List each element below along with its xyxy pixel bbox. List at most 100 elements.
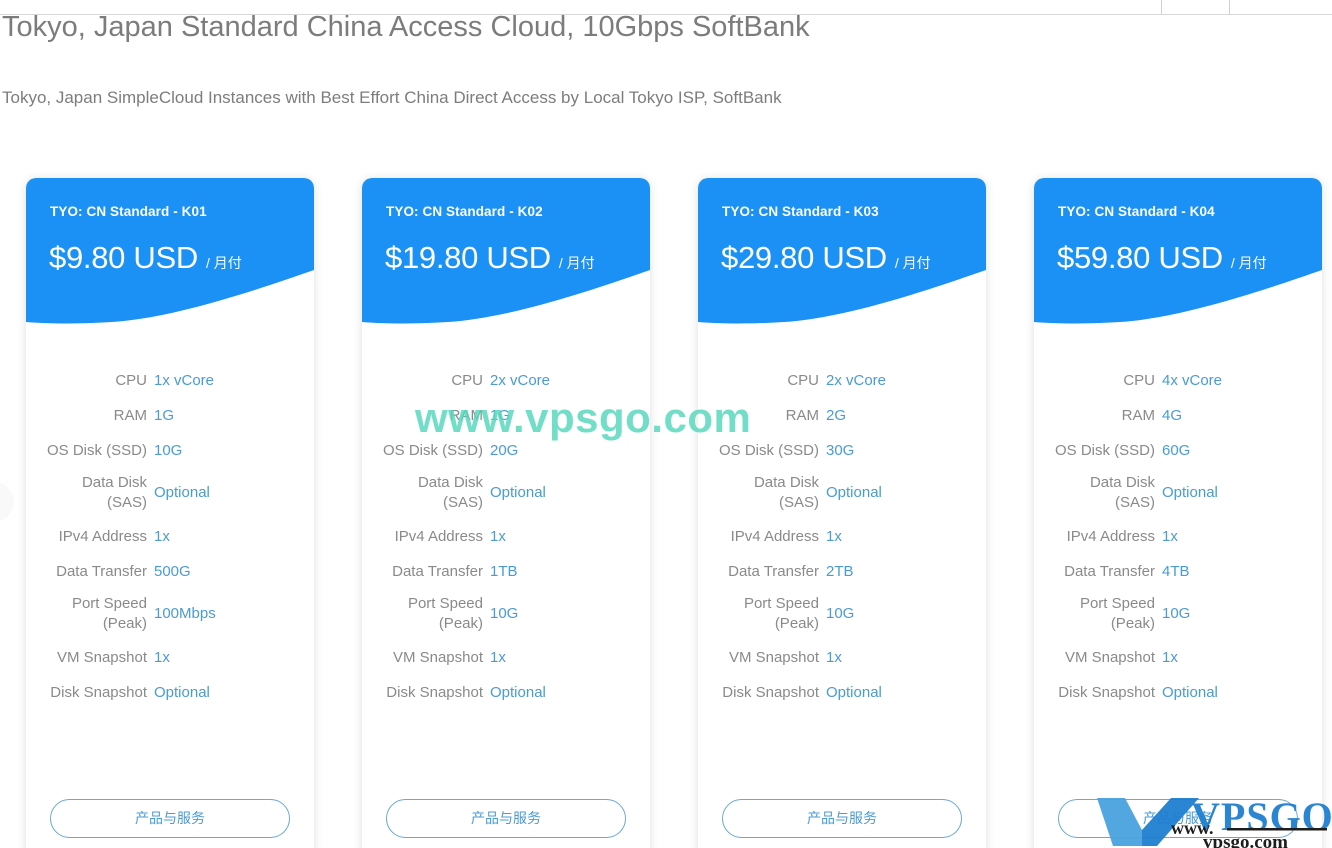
pricing-card-header: TYO: CN Standard - K01 $9.80 USD / 月付 [26, 178, 314, 324]
top-separator-1 [1161, 0, 1162, 14]
spec-row: Data Disk (SAS) Optional [1034, 473, 1322, 513]
pricing-card-header: TYO: CN Standard - K03 $29.80 USD / 月付 [698, 178, 986, 324]
spec-value: 1x [490, 649, 506, 666]
billing-period: / 月付 [205, 255, 242, 271]
spec-label: OS Disk (SSD) [382, 442, 483, 459]
plan-name: TYO: CN Standard - K01 [50, 204, 207, 219]
page-subtitle: Tokyo, Japan SimpleCloud Instances with … [2, 88, 782, 107]
spec-value: 100Mbps [154, 605, 216, 622]
spec-row: OS Disk (SSD) 30G [698, 438, 986, 464]
price-row: $9.80 USD / 月付 [49, 240, 242, 276]
spec-row: Data Transfer 1TB [362, 559, 650, 585]
spec-row: Data Disk (SAS) Optional [26, 473, 314, 513]
spec-value: 1x [826, 649, 842, 666]
spec-label: OS Disk (SSD) [46, 442, 147, 459]
products-and-services-button[interactable]: 产品与服务 [722, 799, 962, 838]
top-separator-2 [1229, 0, 1230, 14]
spec-value: 1x [154, 649, 170, 666]
spec-row: Data Transfer 4TB [1034, 559, 1322, 585]
spec-row: Disk Snapshot Optional [1034, 680, 1322, 706]
pricing-card: TYO: CN Standard - K01 $9.80 USD / 月付 CPU 1x… [26, 178, 314, 848]
spec-label: Port Speed (Peak) [362, 594, 490, 634]
spec-row: IPv4 Address 1x [1034, 524, 1322, 550]
spec-row: IPv4 Address 1x [362, 524, 650, 550]
spec-value: 1TB [490, 563, 518, 580]
spec-label: Data Transfer [56, 563, 147, 580]
page-title: Tokyo, Japan Standard China Access Cloud… [2, 11, 810, 43]
pricing-card: TYO: CN Standard - K03 $29.80 USD / 月付 CPU 2… [698, 178, 986, 848]
spec-row: CPU 2x vCore [698, 368, 986, 394]
spec-label: Data Transfer [728, 563, 819, 580]
plan-name: TYO: CN Standard - K02 [386, 204, 543, 219]
spec-label: Data Disk (SAS) [362, 473, 490, 513]
spec-label: RAM [449, 407, 483, 424]
spec-row: Data Transfer 500G [26, 559, 314, 585]
spec-label-line: Data Disk [1089, 474, 1155, 491]
spec-label-line: (Peak) [102, 615, 147, 632]
spec-label: Data Disk (SAS) [26, 473, 154, 513]
spec-value: Optional [490, 484, 546, 501]
spec-label: Port Speed (Peak) [1034, 594, 1162, 634]
spec-label: IPv4 Address [58, 528, 147, 545]
spec-row: RAM 4G [1034, 403, 1322, 429]
spec-value: 1G [490, 407, 511, 424]
spec-row: CPU 4x vCore [1034, 368, 1322, 394]
spec-row: CPU 1x vCore [26, 368, 314, 394]
spec-label: Data Transfer [1064, 563, 1155, 580]
spec-value: Optional [154, 484, 210, 501]
spec-row: Port Speed (Peak) 10G [1034, 594, 1322, 634]
spec-value: 500G [154, 563, 191, 580]
spec-row: Disk Snapshot Optional [26, 680, 314, 706]
pricing-card-header: TYO: CN Standard - K04 $59.80 USD / 月付 [1034, 178, 1322, 324]
spec-row: OS Disk (SSD) 60G [1034, 438, 1322, 464]
price-row: $59.80 USD / 月付 [1057, 240, 1267, 276]
spec-label: RAM [785, 407, 819, 424]
spec-label: OS Disk (SSD) [1054, 442, 1155, 459]
spec-value: 1x [1162, 649, 1178, 666]
spec-list: CPU 2x vCore RAM 1G OS Disk (SSD) 20G Data Dis… [362, 368, 650, 715]
products-and-services-button[interactable]: 产品与服务 [50, 799, 290, 838]
spec-label-line: Data Disk [417, 474, 483, 491]
spec-label: IPv4 Address [730, 528, 819, 545]
spec-value: 60G [1162, 442, 1191, 459]
price-amount: $9.80 USD [49, 240, 198, 275]
spec-value: 10G [490, 605, 519, 622]
spec-label: IPv4 Address [394, 528, 483, 545]
spec-value: 1x [154, 528, 170, 545]
spec-label: Disk Snapshot [50, 684, 147, 701]
spec-label: Disk Snapshot [1058, 684, 1155, 701]
spec-row: Data Transfer 2TB [698, 559, 986, 585]
spec-row: VM Snapshot 1x [362, 645, 650, 671]
spec-label-line: Data Disk [753, 474, 819, 491]
spec-value: 2x vCore [826, 372, 887, 389]
spec-row: Port Speed (Peak) 10G [362, 594, 650, 634]
pricing-card: TYO: CN Standard - K04 $59.80 USD / 月付 CPU 4… [1034, 178, 1322, 848]
spec-label: Disk Snapshot [722, 684, 819, 701]
spec-label: Port Speed (Peak) [698, 594, 826, 634]
spec-label: VM Snapshot [728, 649, 819, 666]
spec-list: CPU 1x vCore RAM 1G OS Disk (SSD) 10G Data Dis… [26, 368, 314, 715]
spec-value: Optional [154, 684, 210, 701]
spec-label-line: Port Speed [743, 595, 819, 612]
spec-label: VM Snapshot [1064, 649, 1155, 666]
spec-value: 1x vCore [154, 372, 215, 389]
spec-value: 10G [826, 605, 855, 622]
billing-period: / 月付 [1230, 255, 1267, 271]
products-and-services-button[interactable]: 产品与服务 [1058, 799, 1298, 838]
spec-value: 10G [1162, 605, 1191, 622]
spec-value: 10G [154, 442, 183, 459]
spec-label-line: Port Speed [71, 595, 147, 612]
price-amount: $19.80 USD [385, 240, 551, 275]
spec-value: 4G [1162, 407, 1183, 424]
spec-value: Optional [826, 484, 882, 501]
spec-label: IPv4 Address [1066, 528, 1155, 545]
spec-row: RAM 2G [698, 403, 986, 429]
products-and-services-button[interactable]: 产品与服务 [386, 799, 626, 838]
spec-value: 1G [154, 407, 175, 424]
price-amount: $29.80 USD [721, 240, 887, 275]
spec-row: OS Disk (SSD) 20G [362, 438, 650, 464]
spec-row: Disk Snapshot Optional [698, 680, 986, 706]
spec-label-line: (SAS) [106, 494, 147, 511]
spec-row: VM Snapshot 1x [1034, 645, 1322, 671]
spec-row: VM Snapshot 1x [26, 645, 314, 671]
